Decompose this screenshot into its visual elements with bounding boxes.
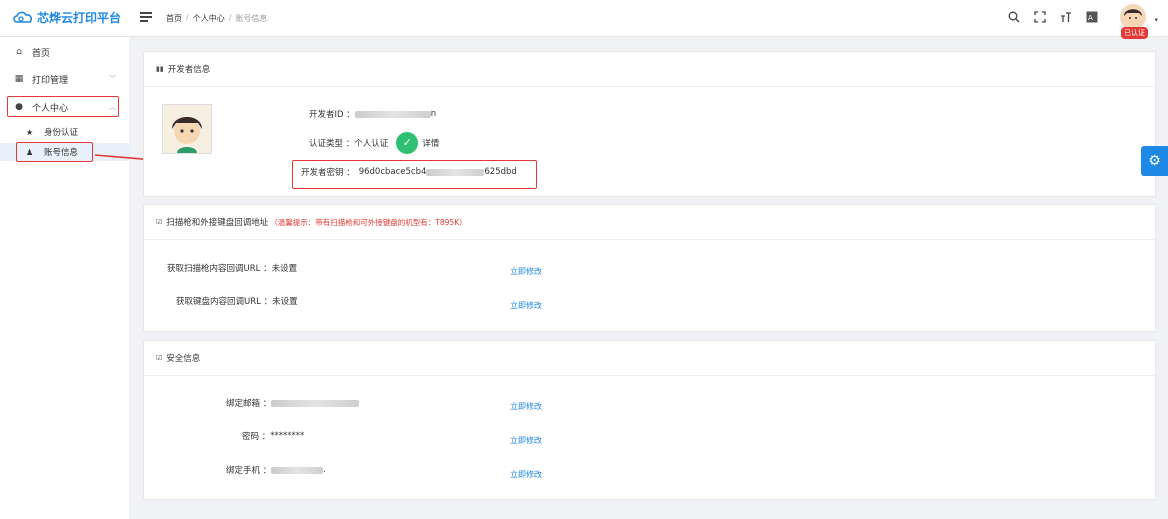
section-title: 扫描枪和外接键盘回调地址 (166, 218, 269, 228)
scan-url-value: 未设置 (271, 264, 298, 274)
star-icon: ★ (26, 127, 34, 137)
section-title: 开发者信息 (167, 65, 211, 75)
sidebar-item-label: 首页 (32, 48, 51, 59)
breadcrumb-separator: / (228, 13, 232, 22)
developer-avatar (162, 104, 212, 154)
menu-toggle-icon[interactable] (140, 12, 152, 22)
verified-badge: 已认证 (1121, 27, 1148, 39)
phone-row: 绑定手机 ： . (226, 464, 326, 476)
keyboard-url-value: 未设置 (272, 297, 298, 307)
developer-id-redacted (354, 110, 431, 118)
sidebar-item-print-management[interactable]: ▦ 打印管理 ﹀ (0, 68, 130, 90)
edit-icon: ☑ (156, 218, 163, 226)
check-icon: ✓ (396, 132, 419, 154)
modify-email-link[interactable]: 立即修改 (510, 401, 542, 412)
scan-url-row: 获取扫描枪内容回调URL ： 未设置 (167, 262, 297, 274)
detail-link[interactable]: 详情 (422, 137, 439, 149)
settings-gear-icon[interactable]: ⚙ (1141, 146, 1168, 176)
password-row: 密码 ： ******** (242, 430, 304, 442)
password-value: ******** (270, 431, 305, 441)
modify-scan-url-link[interactable]: 立即修改 (510, 266, 542, 277)
breadcrumb-center[interactable]: 个人中心 (193, 13, 225, 24)
grid-icon: ▦ (14, 74, 24, 84)
sidebar: ⌂ 首页 ▦ 打印管理 ﹀ ● 个人中心 ︿ ★ 身份认证 ♟ 账号信息 (0, 37, 130, 519)
email-redacted (271, 399, 360, 407)
app-title: 芯烨云打印平台 (37, 11, 122, 25)
phone-redacted (271, 466, 324, 474)
svg-text:A: A (1088, 14, 1093, 22)
auth-type-value: 个人认证 (354, 139, 389, 149)
auth-type-row: 认证类型 ： 个人认证 ✓ 详情 (309, 132, 439, 154)
keyboard-url-row: 获取键盘内容回调URL ： 未设置 (176, 295, 298, 307)
header-tools: A (1008, 11, 1098, 23)
email-row: 绑定邮箱 ： (226, 397, 360, 409)
keyboard-url-label: 获取键盘内容回调URL ： (176, 297, 273, 307)
phone-label: 绑定手机 ： (226, 466, 272, 476)
highlight-box-personal-center (7, 96, 119, 117)
section-icon: ▮▮ (156, 65, 164, 73)
warning-text: （温馨提示：带有扫描枪和可外接键盘的机型有：T895K） (270, 217, 467, 227)
font-size-icon[interactable] (1060, 11, 1072, 23)
modify-password-link[interactable]: 立即修改 (510, 435, 542, 446)
panel-header: ☑ 扫描枪和外接键盘回调地址 （温馨提示：带有扫描枪和可外接键盘的机型有：T89… (144, 205, 1155, 240)
breadcrumb-home[interactable]: 首页 (166, 13, 182, 24)
translate-icon[interactable]: A (1086, 11, 1098, 23)
sidebar-item-label: 身份认证 (44, 128, 79, 138)
logo[interactable]: 芯烨云打印平台 (12, 9, 121, 26)
sidebar-item-label: 打印管理 (32, 75, 69, 86)
phone-suffix: . (323, 465, 326, 475)
developer-id-row: 开发者ID ： n (309, 108, 436, 120)
home-icon: ⌂ (16, 47, 22, 57)
edit-icon: ☑ (156, 354, 163, 362)
panel-header: ☑ 安全信息 (144, 341, 1155, 376)
section-title: 安全信息 (166, 354, 201, 364)
sidebar-item-home[interactable]: ⌂ 首页 (0, 41, 130, 63)
search-icon[interactable] (1008, 11, 1020, 23)
chevron-down-icon: ﹀ (109, 75, 116, 83)
chevron-down-icon[interactable]: ▾ (1154, 16, 1158, 24)
developer-info-panel: ▮▮ 开发者信息 开发者ID ： n 认证类型 ： 个人认证 ✓ 详情 开发者密… (143, 51, 1156, 197)
sidebar-item-identity[interactable]: ★ 身份认证 (0, 123, 130, 141)
modify-keyboard-url-link[interactable]: 立即修改 (510, 300, 542, 311)
breadcrumb: 首页 / 个人中心 / 账号信息 (166, 13, 267, 24)
email-label: 绑定邮箱 ： (226, 399, 272, 409)
fullscreen-icon[interactable] (1034, 11, 1046, 23)
scan-url-label: 获取扫描枪内容回调URL ： (167, 264, 272, 274)
auth-type-label: 认证类型 ： (309, 139, 355, 149)
scanner-callback-panel: ☑ 扫描枪和外接键盘回调地址 （温馨提示：带有扫描枪和可外接键盘的机型有：T89… (143, 204, 1156, 332)
panel-header: ▮▮ 开发者信息 (144, 52, 1155, 87)
breadcrumb-separator: / (186, 13, 189, 22)
modify-phone-link[interactable]: 立即修改 (510, 469, 542, 480)
breadcrumb-current: 账号信息 (235, 14, 268, 23)
cloud-logo-icon (13, 11, 33, 23)
developer-id-label: 开发者ID ： (309, 110, 355, 120)
highlight-box-secret (292, 160, 537, 189)
password-label: 密码 ： (242, 432, 271, 442)
security-info-panel: ☑ 安全信息 绑定邮箱 ： 立即修改 密码 ： ******** 立即修改 绑定… (143, 340, 1156, 500)
developer-id-suffix: n (430, 109, 437, 119)
highlight-box-account-info (16, 142, 93, 162)
top-header: 芯烨云打印平台 首页 / 个人中心 / 账号信息 A 已认证 ▾ (0, 0, 1168, 39)
